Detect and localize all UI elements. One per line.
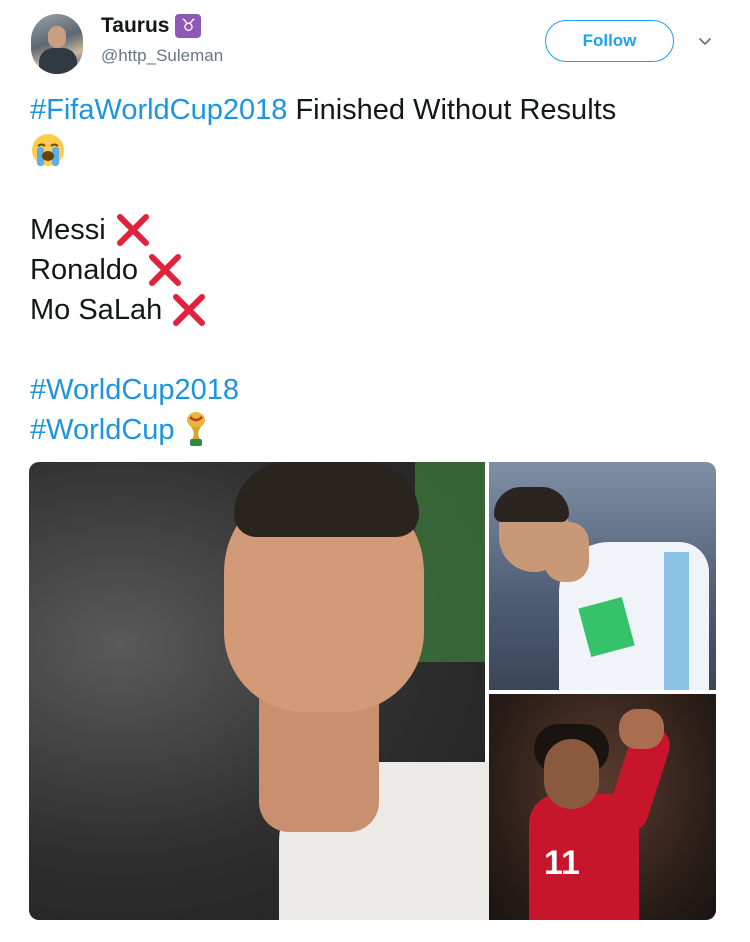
player-line: Ronaldo [30, 250, 730, 290]
photo-salah[interactable]: 11 [489, 694, 716, 920]
follow-button[interactable]: Follow [545, 20, 674, 62]
display-name[interactable]: Taurus [101, 14, 169, 38]
name-row: Taurus ♉ [101, 14, 202, 38]
player-line: Mo SaLah [30, 290, 730, 330]
taurus-icon: ♉ [175, 14, 202, 38]
tweet-text: #FifaWorldCup2018 Finished Without Resul… [30, 90, 730, 450]
player-name: Ronaldo [30, 254, 139, 286]
media-grid: 11 [29, 462, 716, 920]
photo-background [415, 462, 485, 662]
photo-hair [234, 462, 419, 537]
hashtag-line: #WorldCup2018 [30, 370, 730, 410]
player-line: Messi [30, 210, 730, 250]
hashtag-worldcup2018[interactable]: #WorldCup2018 [30, 370, 239, 410]
shirt-number: 11 [544, 844, 580, 882]
avatar-face [48, 26, 66, 48]
tweet-line-1: #FifaWorldCup2018 Finished Without Resul… [30, 90, 730, 130]
photo-shirt-stripe [664, 552, 689, 690]
chevron-down-icon[interactable] [696, 32, 714, 50]
hashtag-fifaworldcup2018[interactable]: #FifaWorldCup2018 [30, 90, 287, 130]
avatar-shirt [39, 48, 77, 74]
avatar[interactable] [31, 14, 83, 74]
photo-hand [544, 522, 589, 582]
hashtag-line: #WorldCup [30, 410, 730, 450]
photo-ronaldo[interactable] [29, 462, 499, 920]
photo-hands [619, 709, 664, 749]
hashtag-worldcup[interactable]: #WorldCup [30, 410, 175, 450]
tweet-line-2 [30, 130, 730, 170]
photo-hair [494, 487, 569, 522]
photo-head [544, 739, 599, 809]
photo-messi[interactable] [489, 462, 716, 690]
world-cup-trophy-icon [186, 412, 205, 446]
player-name: Messi [30, 214, 106, 246]
cross-mark-icon [149, 254, 182, 286]
loudly-crying-face-icon [32, 134, 64, 166]
user-handle[interactable]: @http_Suleman [101, 46, 223, 66]
tweet-header: Taurus ♉ @http_Suleman Follow [0, 0, 750, 90]
tweet-sentence: Finished Without Results [287, 94, 617, 126]
player-name: Mo SaLah [30, 294, 163, 326]
cross-mark-icon [173, 294, 206, 326]
cross-mark-icon [116, 214, 149, 246]
